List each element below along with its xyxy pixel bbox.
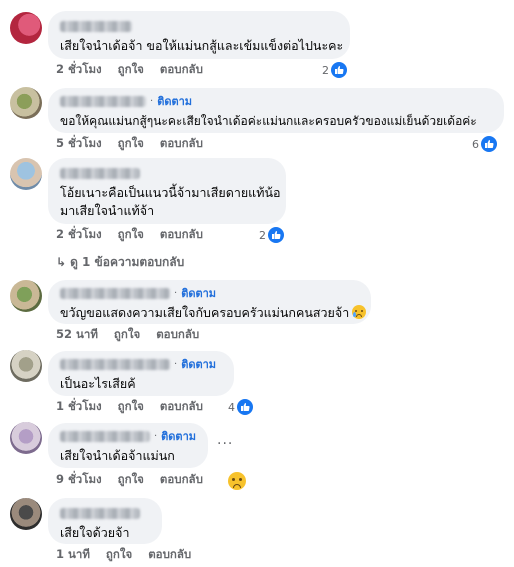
view-replies-link[interactable]: ↳ ดู 1 ข้อความตอบกลับ (56, 253, 184, 272)
reply-link[interactable]: ตอบกลับ (160, 135, 203, 153)
comment-meta: 2 ชั่วโมง ถูกใจ ตอบกลับ (56, 62, 219, 78)
comment-meta: 1 ชั่วโมง ถูกใจ ตอบกลับ (56, 399, 213, 415)
like-link[interactable]: ถูกใจ (106, 546, 132, 564)
comment-meta: 1 นาที ถูกใจ ตอบกลับ (56, 547, 207, 563)
reaction-count: 2 (259, 228, 266, 242)
like-link[interactable]: ถูกใจ (114, 326, 140, 344)
commenter-name[interactable] (60, 19, 338, 33)
timestamp[interactable]: 52 นาที (56, 326, 98, 344)
commenter-name[interactable] (60, 166, 274, 180)
follow-link[interactable]: ติดตาม (181, 284, 216, 302)
reply-link[interactable]: ตอบกลับ (156, 326, 199, 344)
reply-link[interactable]: ตอบกลับ (160, 61, 203, 79)
thumbs-up-icon (237, 399, 253, 415)
comment-text: เสียใจนำเด้อจ้าแม่นก (60, 448, 175, 463)
reply-arrow-icon: ↳ (56, 255, 67, 269)
thumbs-up-icon (268, 227, 284, 243)
commenter-name: · ติดตาม (60, 94, 492, 108)
comment-bubble: · ติดตาม ขวัญขอแสดงความเสียใจกับครอบครัว… (48, 280, 371, 324)
comment-meta: 52 นาที ถูกใจ ตอบกลับ (56, 327, 215, 343)
follow-link[interactable]: ติดตาม (181, 355, 216, 373)
crying-face-icon (352, 305, 367, 319)
comment-bubble: เสียใจนำเด้อจ้า ขอให้แม่นกสู้และเข้มแข็ง… (48, 11, 350, 59)
comment-text-line-1: โอ้ยเนาะคือเป็นแนวนี้จ้ามาเสียดายแท้น้อ (60, 185, 281, 200)
reply-link[interactable]: ตอบกลับ (160, 471, 203, 489)
comment-meta: 5 ชั่วโมง ถูกใจ ตอบกลับ (56, 136, 219, 152)
reply-link[interactable]: ตอบกลับ (160, 398, 203, 416)
comment-text: เป็นอะไรเสียค้ (60, 376, 136, 391)
reply-link[interactable]: ตอบกลับ (148, 546, 191, 564)
reply-link[interactable]: ตอบกลับ (160, 226, 203, 244)
comment-bubble: · ติดตาม เป็นอะไรเสียค้ (48, 351, 234, 396)
comment-text-line-2: มาเสียใจนำแท้จ้า (60, 203, 155, 218)
commenter-name: · ติดตาม (60, 286, 359, 300)
comment-text: ขวัญขอแสดงความเสียใจกับครอบครัวแม่นกคนสว… (60, 304, 367, 322)
like-link[interactable]: ถูกใจ (118, 135, 144, 153)
timestamp[interactable]: 1 นาที (56, 546, 90, 564)
reaction-count: 4 (228, 400, 235, 414)
avatar[interactable] (10, 422, 42, 454)
timestamp[interactable]: 2 ชั่วโมง (56, 61, 102, 79)
commenter-name: · ติดตาม (60, 357, 222, 371)
comment-bubble: เสียใจด้วยจ้า (48, 498, 162, 544)
sad-face-icon (228, 472, 246, 490)
comment-bubble: โอ้ยเนาะคือเป็นแนวนี้จ้ามาเสียดายแท้น้อ … (48, 158, 286, 224)
thumbs-up-icon (481, 136, 497, 152)
follow-link[interactable]: ติดตาม (161, 427, 196, 445)
comment-text: ขอให้คุณแม่นกสู้ๆนะคะเสียใจนำเด้อค่ะแม่น… (60, 114, 477, 128)
reaction-summary[interactable]: 2 (259, 227, 284, 243)
comment-text: เสียใจนำเด้อจ้า ขอให้แม่นกสู้และเข้มแข็ง… (60, 38, 344, 53)
timestamp[interactable]: 5 ชั่วโมง (56, 135, 102, 153)
avatar[interactable] (10, 498, 42, 530)
follow-link[interactable]: ติดตาม (157, 92, 192, 110)
comment-bubble: · ติดตาม เสียใจนำเด้อจ้าแม่นก (48, 423, 208, 468)
commenter-name[interactable] (60, 506, 150, 520)
comment-meta: 2 ชั่วโมง ถูกใจ ตอบกลับ (56, 227, 219, 243)
like-link[interactable]: ถูกใจ (118, 61, 144, 79)
comment-meta: 9 ชั่วโมง ถูกใจ ตอบกลับ (56, 472, 219, 488)
timestamp[interactable]: 2 ชั่วโมง (56, 226, 102, 244)
avatar[interactable] (10, 280, 42, 312)
timestamp[interactable]: 9 ชั่วโมง (56, 471, 102, 489)
more-dots-icon[interactable]: ··· (217, 436, 233, 452)
reaction-count: 6 (472, 137, 479, 151)
avatar[interactable] (10, 12, 42, 44)
reaction-summary[interactable]: 2 (322, 62, 347, 78)
comment-bubble: · ติดตาม ขอให้คุณแม่นกสู้ๆนะคะเสียใจนำเด… (48, 88, 504, 133)
reaction-count: 2 (322, 63, 329, 77)
commenter-name: · ติดตาม (60, 429, 196, 443)
timestamp[interactable]: 1 ชั่วโมง (56, 398, 102, 416)
comment-text: เสียใจด้วยจ้า (60, 525, 130, 540)
reaction-summary[interactable]: 4 (228, 399, 253, 415)
avatar[interactable] (10, 350, 42, 382)
reaction-summary[interactable]: 6 (472, 136, 497, 152)
like-link[interactable]: ถูกใจ (118, 398, 144, 416)
thumbs-up-icon (331, 62, 347, 78)
like-link[interactable]: ถูกใจ (118, 471, 144, 489)
like-link[interactable]: ถูกใจ (118, 226, 144, 244)
avatar[interactable] (10, 158, 42, 190)
avatar[interactable] (10, 87, 42, 119)
